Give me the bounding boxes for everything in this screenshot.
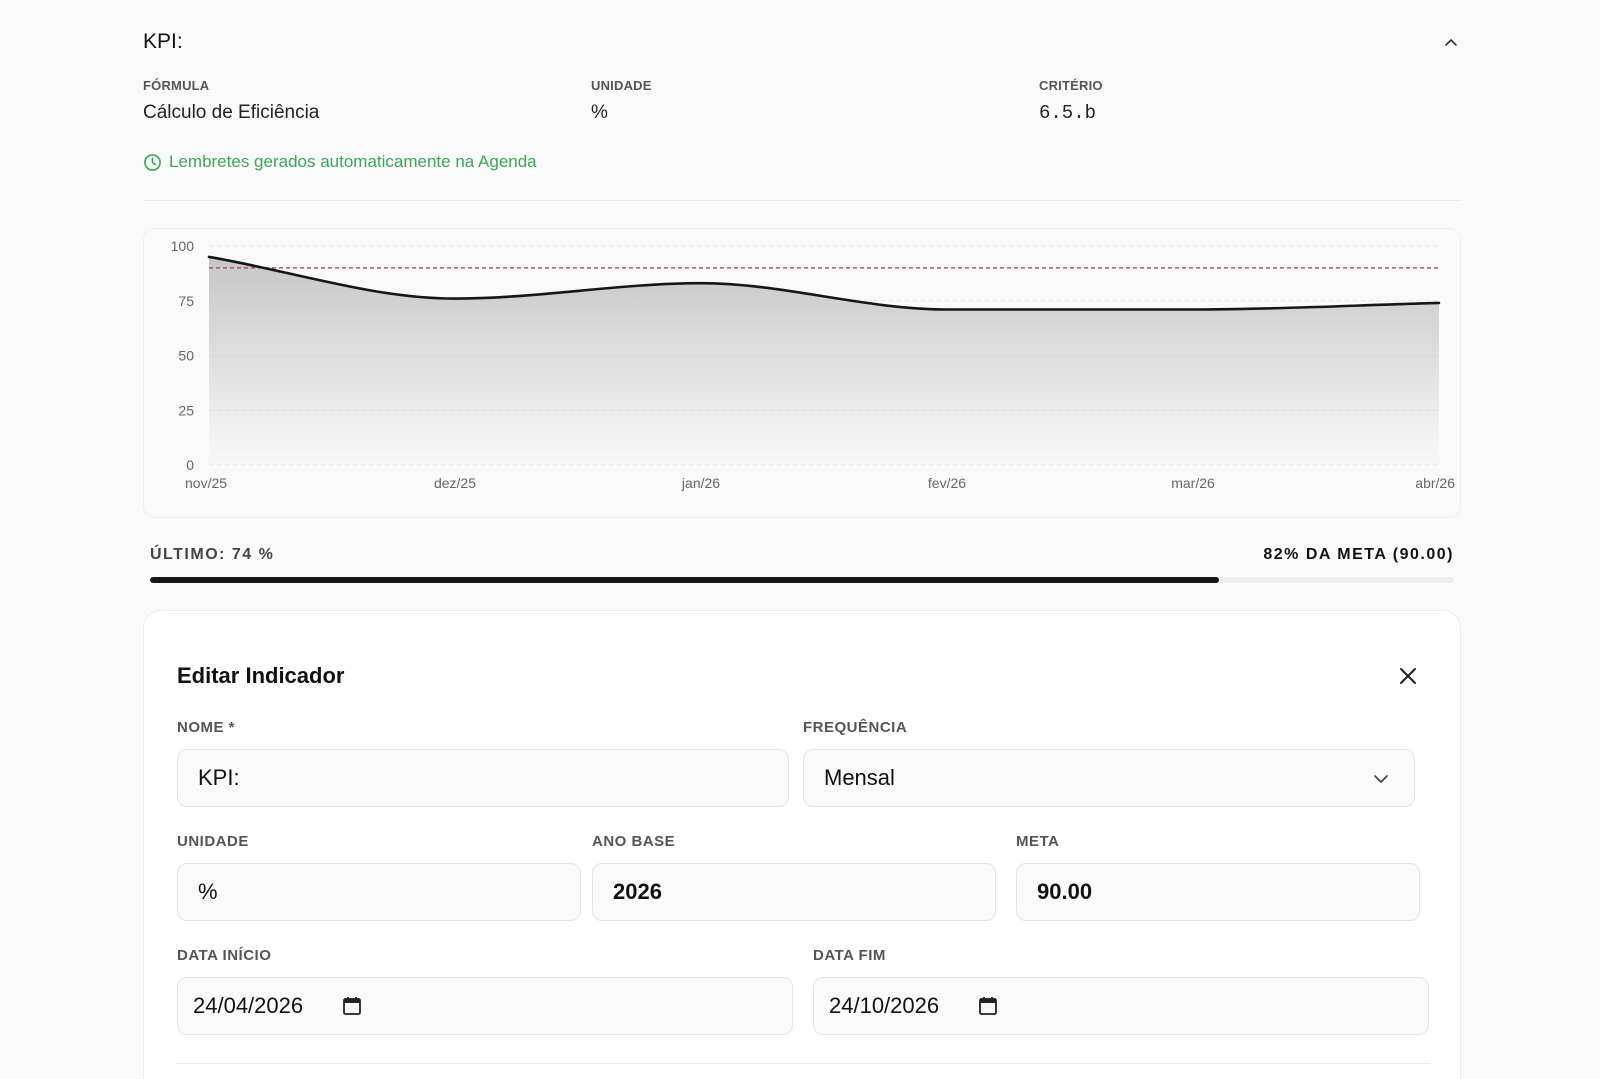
- criterion-label: CRITÉRIO: [1039, 78, 1103, 93]
- name-field-group: NOME * KPI:: [177, 719, 789, 807]
- edit-title: Editar Indicador: [177, 663, 345, 688]
- start-date-field-group: DATA INÍCIO 24/04/2026: [177, 947, 793, 1035]
- name-label: NOME *: [177, 719, 236, 736]
- y-tick-label: 50: [178, 348, 194, 364]
- close-icon: [1400, 668, 1416, 684]
- y-tick-label: 75: [178, 293, 194, 309]
- collapse-button[interactable]: [1441, 32, 1461, 52]
- x-tick-label: nov/25: [185, 475, 227, 491]
- kpi-title: KPI:: [143, 30, 183, 53]
- form-divider: [177, 1063, 1430, 1064]
- calendar-icon[interactable]: [977, 995, 999, 1017]
- x-tick-label: abr/26: [1415, 475, 1455, 491]
- start-date-label: DATA INÍCIO: [177, 947, 272, 964]
- criterion-block: CRITÉRIO 6.5.b: [1039, 78, 1103, 124]
- clock-icon: [144, 153, 161, 171]
- frequency-label: FREQUÊNCIA: [803, 719, 908, 736]
- unit-input-value: %: [198, 879, 218, 904]
- goal-input-value: 90.00: [1037, 879, 1093, 904]
- unit-input[interactable]: %: [177, 863, 581, 921]
- end-date-value: 24/10/2026: [829, 993, 940, 1018]
- base-year-label: ANO BASE: [592, 833, 676, 850]
- x-tick-label: mar/26: [1171, 475, 1215, 491]
- frequency-field-group: FREQUÊNCIA Mensal: [803, 719, 1415, 807]
- goal-field-label: META: [1016, 833, 1060, 850]
- goal-progress-bar: [150, 577, 1454, 583]
- chevron-down-icon: [1374, 775, 1388, 783]
- edit-indicator-card: Editar Indicador NOME * KPI: FREQUÊNCIA …: [143, 610, 1461, 1079]
- unit-field-label: UNIDADE: [177, 833, 249, 850]
- kpi-chart-svg: 0 25 50 75 100 nov/25 dez/25 jan/26 fev/26 mar/26…: [171, 238, 1456, 491]
- formula-value: Cálculo de Eficiência: [143, 102, 320, 123]
- x-tick-label: jan/26: [681, 475, 720, 491]
- goal-field-group: META 90.00: [1016, 833, 1420, 921]
- frequency-select[interactable]: Mensal: [803, 749, 1415, 807]
- series-area: [209, 256, 1439, 465]
- y-tick-label: 100: [171, 238, 195, 254]
- formula-label: FÓRMULA: [143, 78, 210, 93]
- section-divider: [143, 200, 1461, 201]
- chevron-up-icon: [1445, 39, 1457, 46]
- x-tick-label: fev/26: [928, 475, 966, 491]
- end-date-field-group: DATA FIM 24/10/2026: [813, 947, 1429, 1035]
- name-input-value: KPI:: [198, 765, 240, 790]
- unit-value: %: [591, 102, 608, 123]
- end-date-input[interactable]: 24/10/2026: [813, 977, 1429, 1035]
- unit-block: UNIDADE %: [591, 78, 652, 124]
- name-input[interactable]: KPI:: [177, 749, 789, 807]
- goal-input[interactable]: 90.00: [1016, 863, 1420, 921]
- criterion-value: 6.5.b: [1039, 102, 1097, 124]
- close-button[interactable]: [1396, 664, 1420, 688]
- goal-percent-label: 82% DA META (90.00): [1263, 546, 1454, 563]
- base-year-field-group: ANO BASE 2026: [592, 833, 996, 921]
- frequency-select-value: Mensal: [824, 765, 895, 790]
- end-date-label: DATA FIM: [813, 947, 886, 964]
- y-tick-label: 25: [178, 402, 194, 418]
- base-year-input-value: 2026: [613, 879, 662, 904]
- reminder-note: Lembretes gerados automaticamente na Age…: [143, 152, 537, 172]
- formula-block: FÓRMULA Cálculo de Eficiência: [143, 78, 319, 124]
- unit-field-group: UNIDADE %: [177, 833, 581, 921]
- base-year-input[interactable]: 2026: [592, 863, 996, 921]
- calendar-icon[interactable]: [341, 995, 363, 1017]
- x-tick-label: dez/25: [434, 475, 476, 491]
- start-date-input[interactable]: 24/04/2026: [177, 977, 793, 1035]
- y-tick-label: 0: [186, 457, 194, 473]
- kpi-chart: 0 25 50 75 100 nov/25 dez/25 jan/26 fev/26 mar/26…: [143, 228, 1461, 518]
- last-value-label: ÚLTIMO: 74 %: [150, 546, 275, 563]
- goal-progress-fill: [150, 577, 1220, 583]
- reminder-text: Lembretes gerados automaticamente na Age…: [169, 152, 537, 171]
- start-date-value: 24/04/2026: [193, 993, 304, 1018]
- unit-label: UNIDADE: [591, 78, 652, 93]
